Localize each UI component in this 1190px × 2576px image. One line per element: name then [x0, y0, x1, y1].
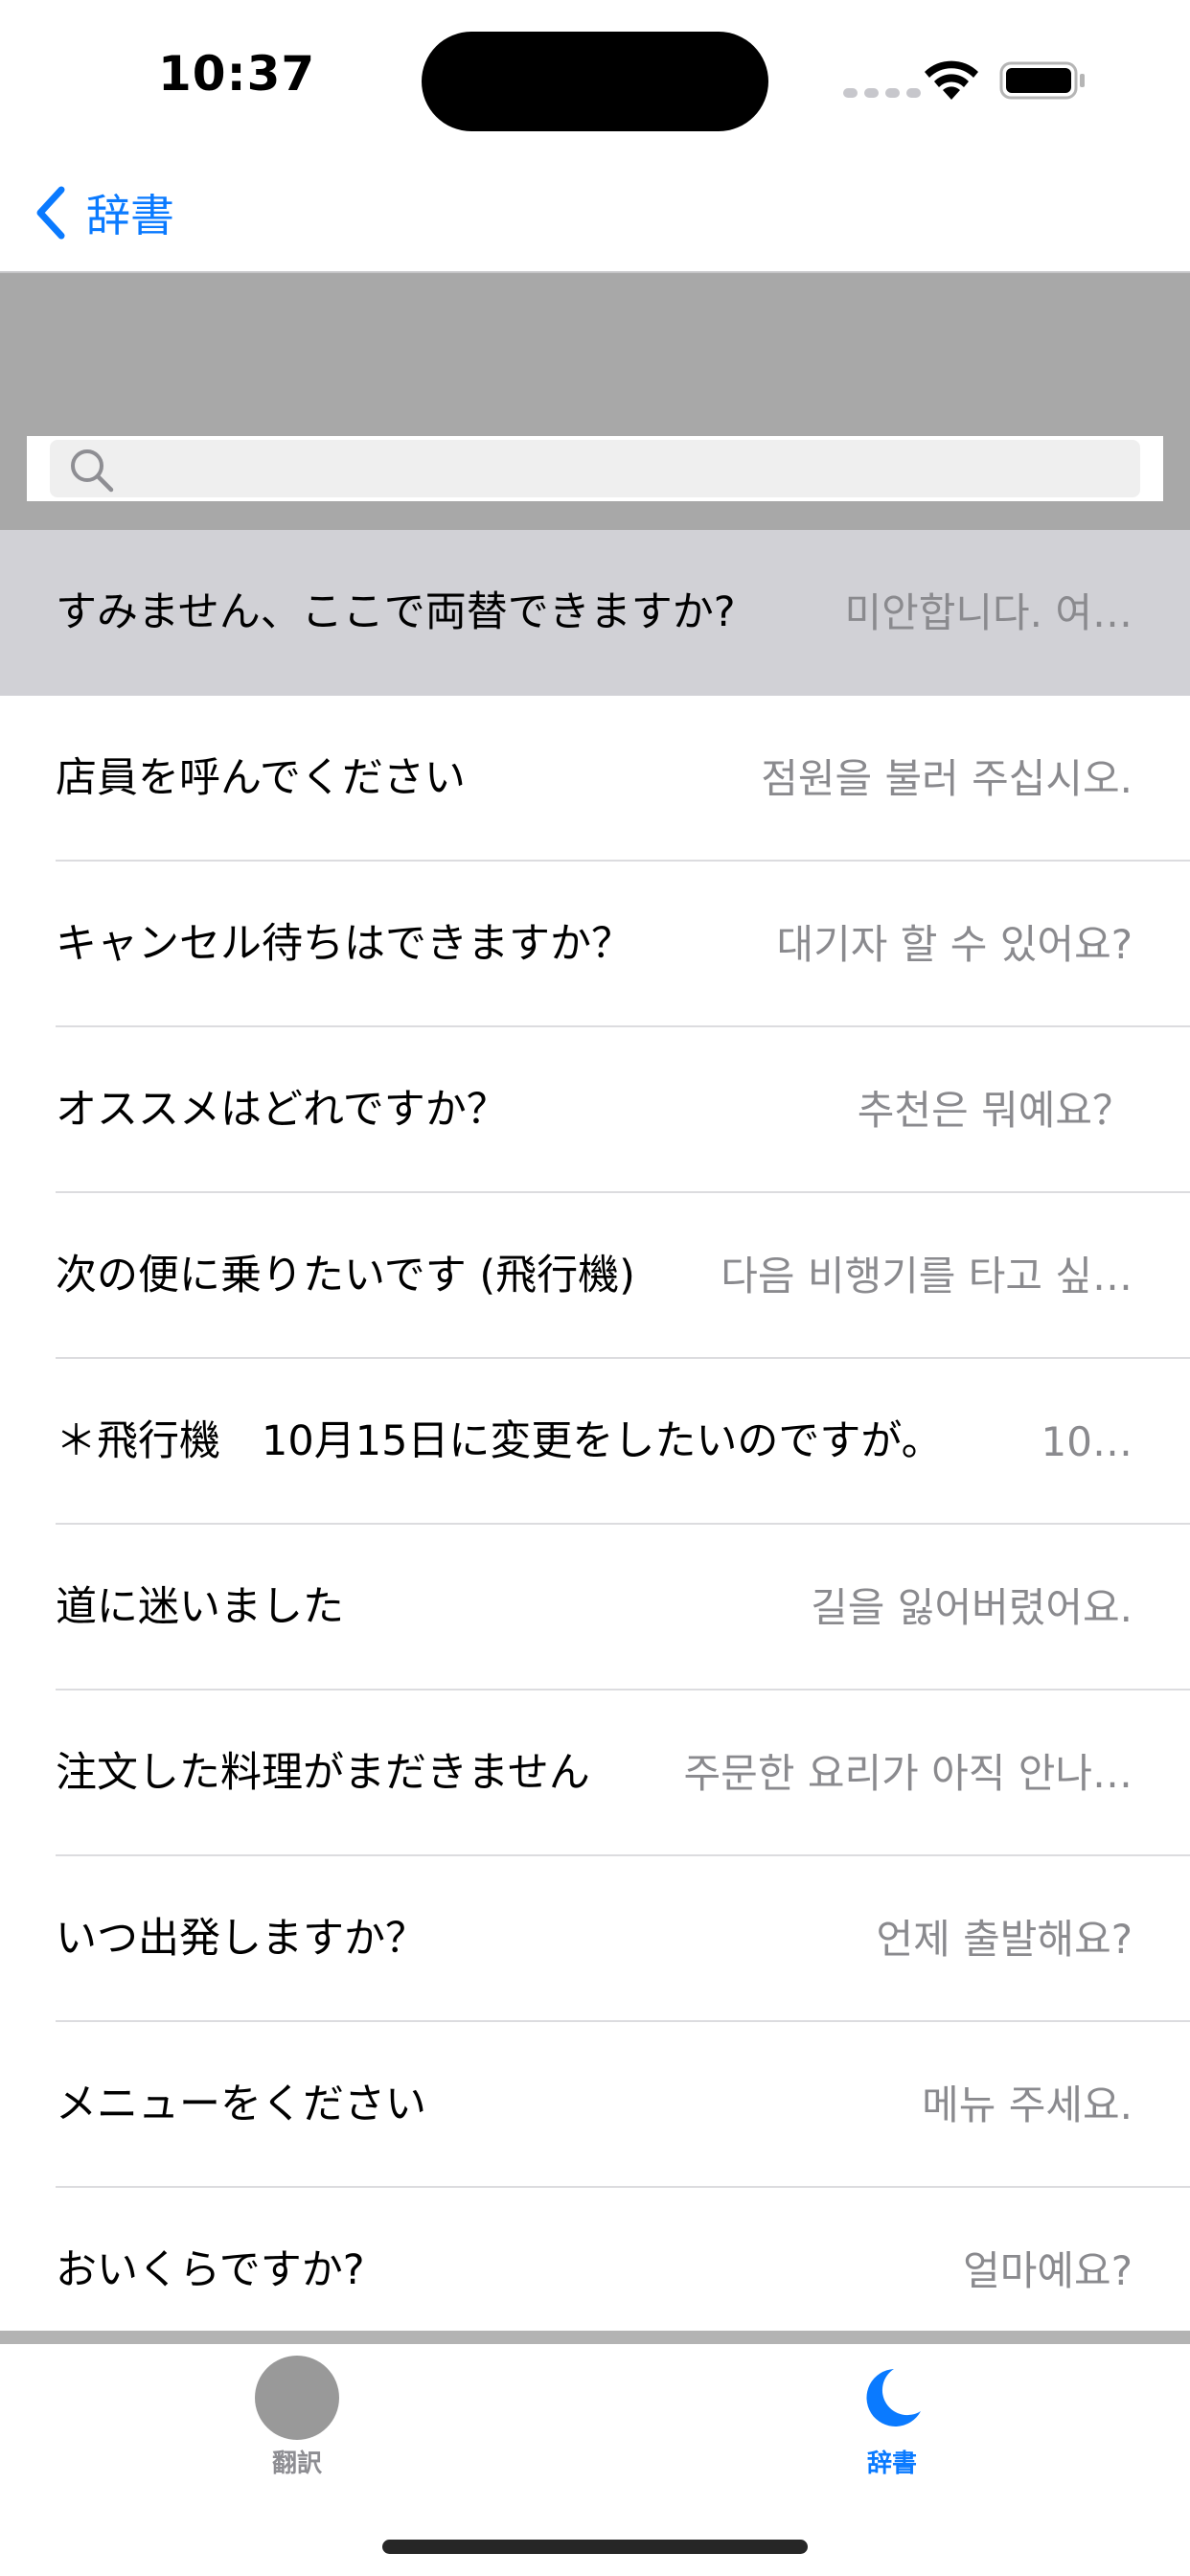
phrase-row[interactable]: すみません、ここで両替できますか? 미안합니다. 여…: [0, 530, 1190, 696]
phrase-row[interactable]: いつ出発しますか？ 언제 출발해요?: [0, 1856, 1190, 2022]
phrase-japanese: 注文した料理がまだきません: [56, 1749, 590, 1797]
phrase-japanese: オススメはどれですか？: [56, 1086, 508, 1134]
phrase-row[interactable]: 注文した料理がまだきません 주문한 요리가 아직 안나…: [0, 1690, 1190, 1856]
phrase-korean: 얼마예요?: [963, 2247, 1133, 2294]
phrase-korean: 언제 출발해요?: [876, 1916, 1133, 1963]
phrase-row[interactable]: メニューをください 메뉴 주세요.: [0, 2022, 1190, 2188]
tab-bar-divider: [0, 2331, 1190, 2344]
phrase-korean: 주문한 요리가 아직 안나…: [683, 1750, 1133, 1797]
home-indicator: [382, 2540, 808, 2554]
phrase-korean: 점원을 불러 주십시오.: [761, 755, 1133, 802]
search-field[interactable]: [50, 440, 1140, 499]
tab-translate-label: 翻訳: [271, 2450, 322, 2478]
search-header: [0, 273, 1190, 530]
phrase-row[interactable]: 道に迷いました 길을 잃어버렸어요.: [0, 1525, 1190, 1690]
phrase-row[interactable]: キャンセル待ちはできますか？ 대기자 할 수 있어요?: [0, 862, 1190, 1027]
navigation-bar: 辞書: [0, 158, 1190, 273]
phrase-row[interactable]: 店員を呼んでください 점원을 불러 주십시오.: [0, 696, 1190, 862]
phrase-korean: 미안합니다. 여…: [844, 589, 1133, 636]
phrase-list: すみません、ここで両替できますか? 미안합니다. 여… 店員を呼んでください 점…: [0, 530, 1190, 2354]
phrase-row[interactable]: 次の便に乗りたいです (飛行機) 다음 비행기를 타고 싶…: [0, 1193, 1190, 1359]
cellular-signal-icon: [843, 88, 921, 98]
chevron-left-icon: [36, 186, 65, 240]
phrase-row[interactable]: オススメはどれですか？ 추천은 뭐예요？: [0, 1027, 1190, 1193]
battery-icon: [999, 61, 1085, 100]
phrase-japanese: メニューをください: [56, 2081, 426, 2128]
search-input[interactable]: [126, 440, 1127, 499]
phrase-korean: 길을 잃어버렸어요.: [811, 1584, 1133, 1631]
phrase-japanese: 店員を呼んでください: [56, 754, 466, 802]
search-bar: [27, 436, 1163, 501]
back-button[interactable]: 辞書: [33, 179, 174, 246]
phrase-japanese: おいくらですか?: [56, 2246, 365, 2294]
dynamic-island: [422, 32, 768, 131]
status-time: 10:37: [158, 46, 316, 102]
phrase-japanese: いつ出発しますか？: [56, 1915, 426, 1963]
phrase-korean: 다음 비행기를 타고 싶…: [721, 1253, 1133, 1300]
status-bar: 10:37: [0, 0, 1190, 158]
phrase-korean: 메뉴 주세요.: [922, 2082, 1133, 2128]
phrase-japanese: キャンセル待ちはできますか？: [56, 920, 632, 968]
tab-dictionary[interactable]: 辞書: [777, 2356, 1007, 2499]
phrase-japanese: すみません、ここで両替できますか?: [56, 588, 736, 636]
moon-icon: [866, 2369, 921, 2426]
phrase-row[interactable]: おいくらですか? 얼마예요?: [0, 2188, 1190, 2354]
search-icon: [71, 449, 114, 493]
tab-dictionary-label: 辞書: [866, 2450, 917, 2478]
phrase-row[interactable]: ＊飛行機 10月15日に変更をしたいのですが。 10…: [0, 1359, 1190, 1525]
phrase-korean: 추천은 뭐예요？: [857, 1087, 1133, 1134]
phrase-japanese: 次の便に乗りたいです (飛行機): [56, 1252, 635, 1300]
circle-icon: [255, 2356, 339, 2440]
phrase-japanese: 道に迷いました: [56, 1583, 344, 1631]
phrase-japanese: ＊飛行機 10月15日に変更をしたいのですが。: [56, 1417, 943, 1465]
back-button-label: 辞書: [86, 190, 174, 242]
phrase-korean: 10…: [1041, 1418, 1133, 1465]
tab-translate[interactable]: 翻訳: [182, 2356, 412, 2499]
phrase-korean: 대기자 할 수 있어요?: [776, 921, 1133, 968]
wifi-icon: [925, 60, 978, 100]
